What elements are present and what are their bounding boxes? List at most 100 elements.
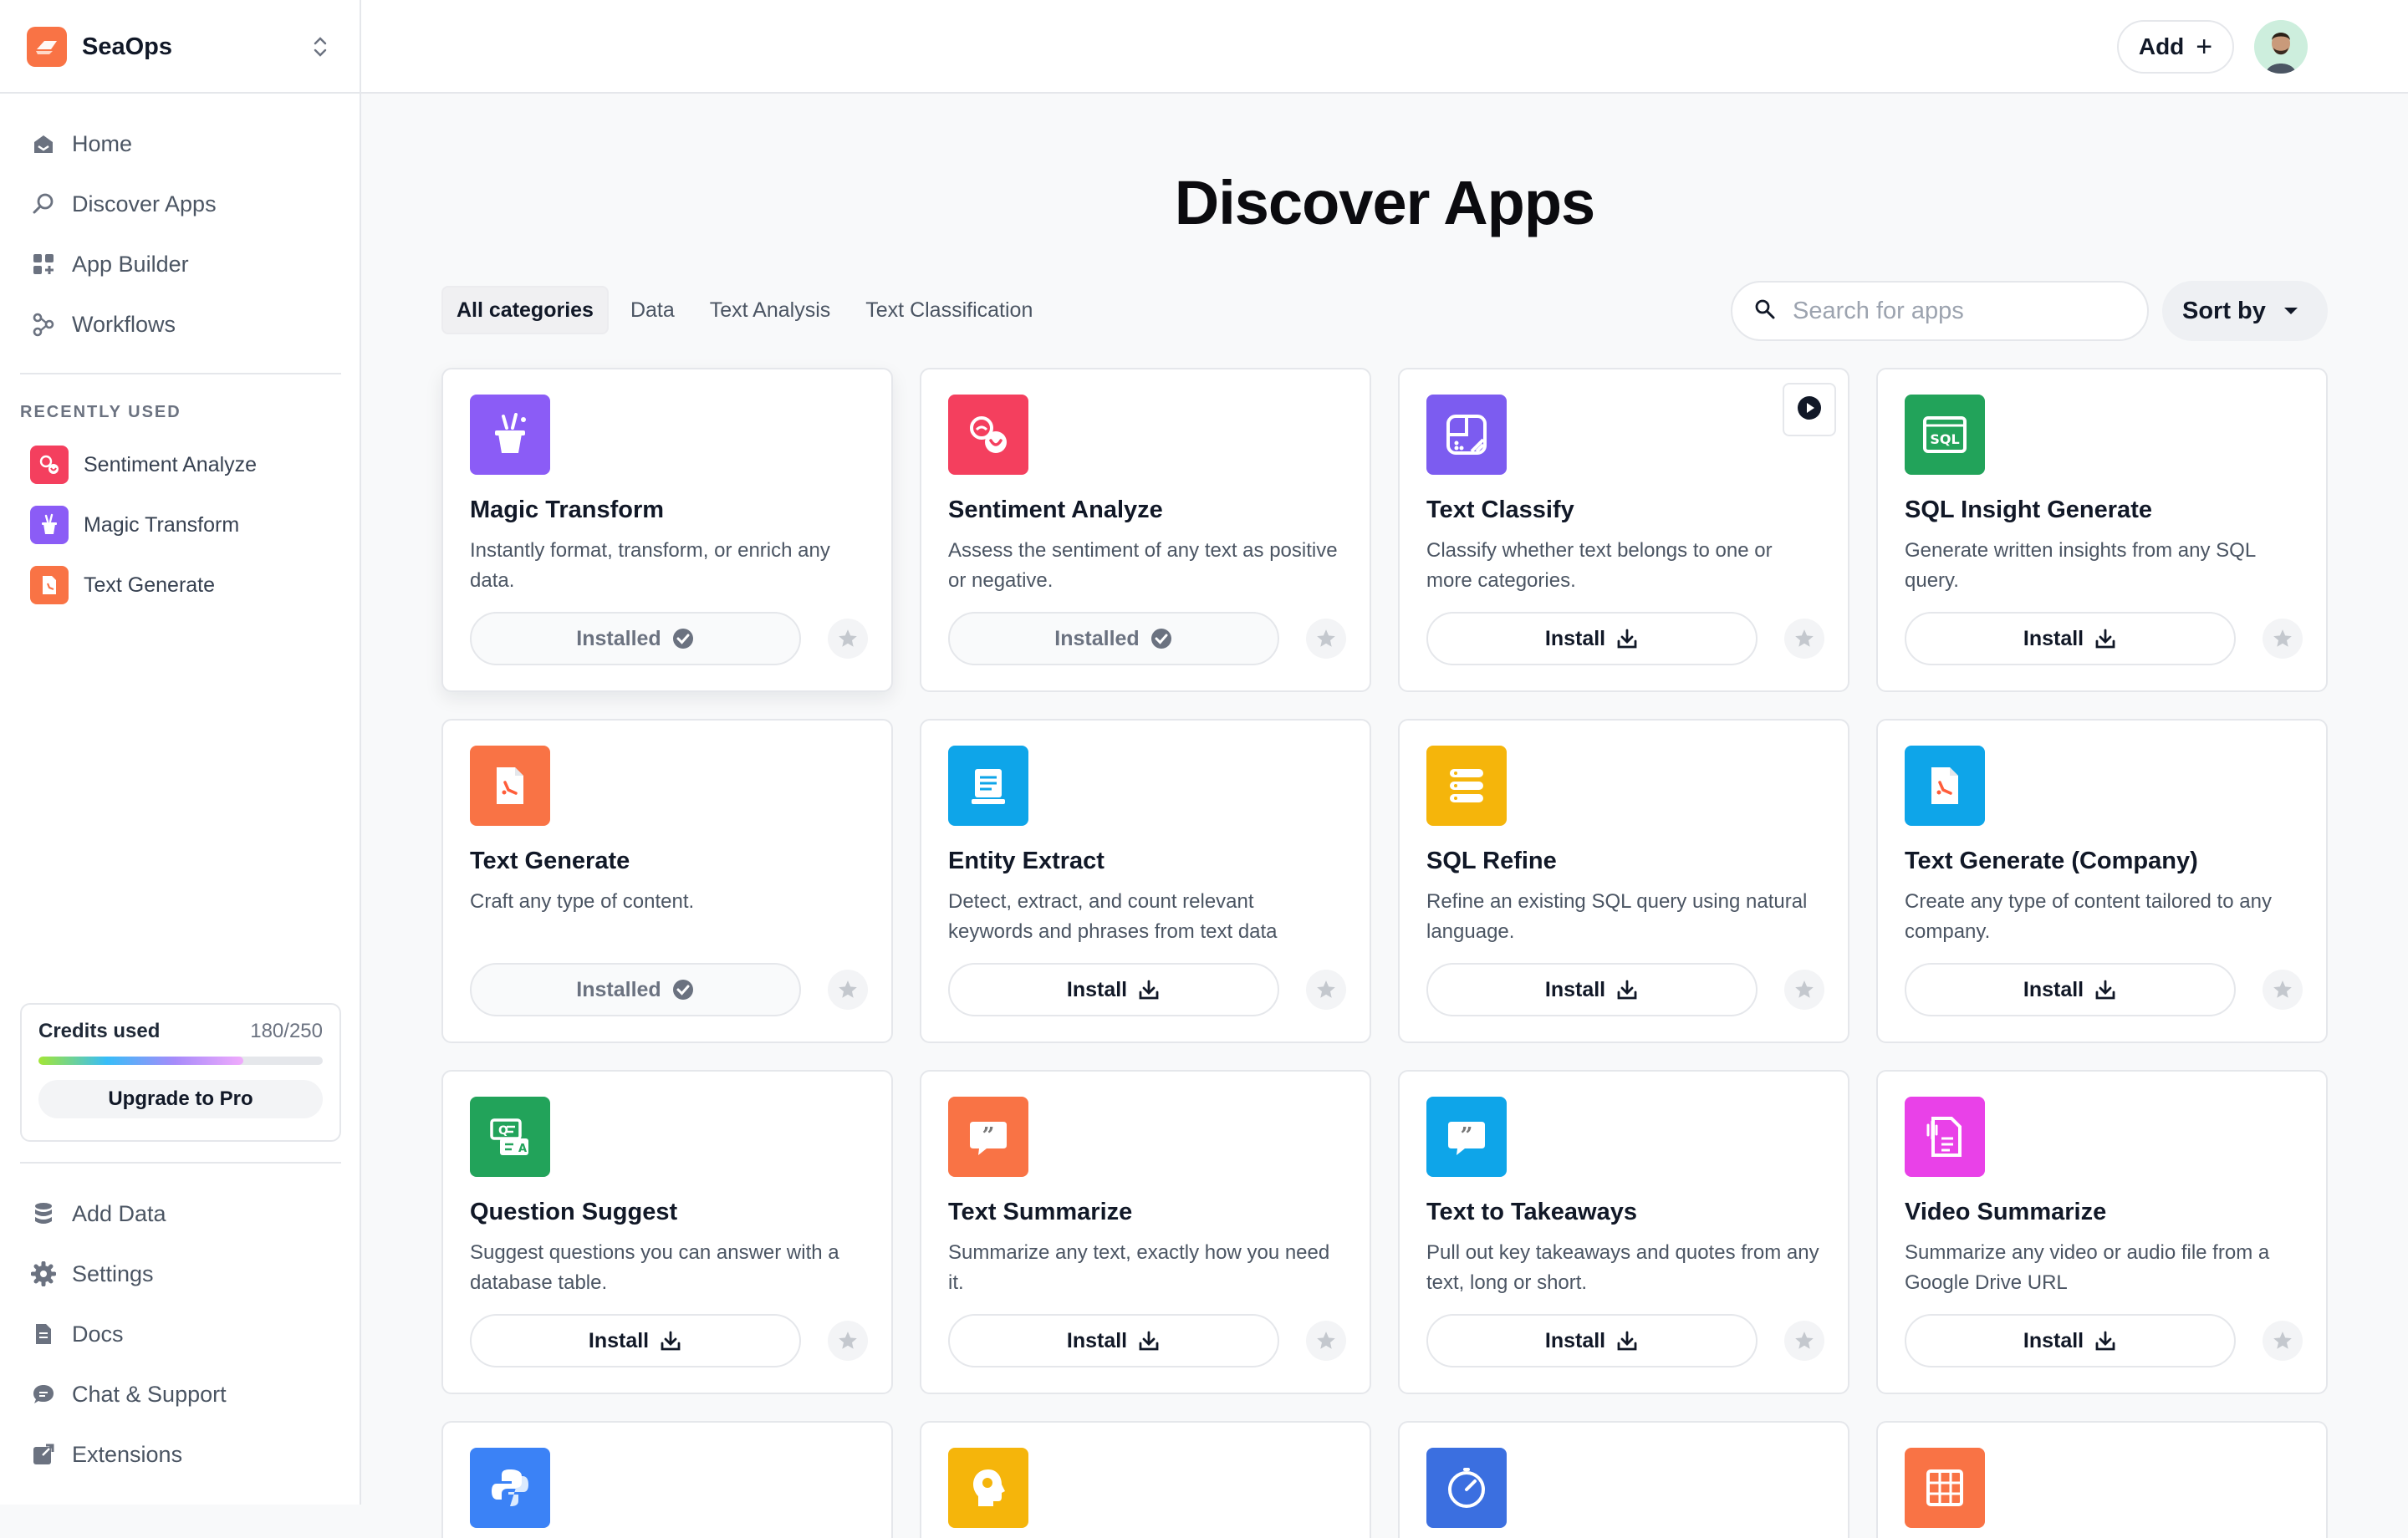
install-button[interactable]: Install [948, 1314, 1279, 1367]
app-card-text-to-takeaways[interactable]: ” Text to Takeaways Pull out key takeaways… [1398, 1070, 1849, 1394]
app-actions: Install [1426, 612, 1824, 665]
recent-item-magic-transform[interactable]: Magic Transform [20, 495, 341, 555]
app-description: Craft any type of content. [470, 890, 695, 913]
recent-item-sentiment-analyze[interactable]: Sentiment Analyze [20, 435, 341, 495]
favorite-star-button[interactable] [828, 970, 868, 1010]
install-button[interactable]: Install [948, 963, 1279, 1016]
install-button[interactable]: Install [470, 1314, 801, 1367]
favorite-star-button[interactable] [1306, 970, 1346, 1010]
secondary-nav: Add Data Settings Docs Chat & Support Ex… [20, 1184, 341, 1485]
user-avatar[interactable] [2254, 20, 2308, 74]
star-icon [1315, 1330, 1337, 1352]
app-description: Generate written insights from any SQL q… [1905, 539, 2256, 592]
play-demo-button[interactable] [1783, 383, 1836, 436]
app-card[interactable] [1398, 1421, 1849, 1538]
nav-item-add-data[interactable]: Add Data [20, 1184, 341, 1244]
magic-hat-icon [30, 506, 69, 544]
filter-all-categories[interactable]: All categories [441, 286, 609, 334]
favorite-star-button[interactable] [2263, 1321, 2303, 1361]
installed-button[interactable]: Installed [470, 963, 801, 1016]
sentiment-icon [30, 446, 69, 484]
install-button[interactable]: Install [1426, 1314, 1758, 1367]
chevron-up-down-icon[interactable] [313, 34, 328, 59]
star-icon [837, 979, 859, 1001]
nav-item-settings[interactable]: Settings [20, 1244, 341, 1304]
app-card-entity-extract[interactable]: Entity Extract Detect, extract, and count… [920, 719, 1371, 1043]
favorite-star-button[interactable] [2263, 619, 2303, 659]
app-card[interactable] [441, 1421, 893, 1538]
recent-item-text-generate[interactable]: Text Generate [20, 555, 341, 615]
app-card-video-summarize[interactable]: Video Summarize Summarize any video or au… [1876, 1070, 2328, 1394]
workspace-switcher[interactable]: SeaOps [27, 25, 334, 69]
nav-item-docs[interactable]: Docs [20, 1304, 341, 1364]
server-stack-icon [1426, 746, 1507, 826]
nav-item-workflows[interactable]: Workflows [20, 294, 341, 354]
download-icon [659, 1329, 682, 1352]
search-icon [30, 191, 57, 217]
app-title: Text Generate (Company) [1905, 848, 2198, 874]
question-cards-icon: QA [470, 1097, 550, 1177]
install-button[interactable]: Install [1905, 1314, 2236, 1367]
caret-down-icon [2283, 308, 2298, 314]
add-button[interactable]: Add + [2117, 20, 2234, 74]
nav-label: Add Data [72, 1200, 166, 1226]
app-card-text-classify[interactable]: Text Classify Classify whether text belon… [1398, 368, 1849, 692]
app-card-text-generate-company[interactable]: Text Generate (Company) Create any type o… [1876, 719, 2328, 1043]
installed-button[interactable]: Installed [470, 612, 801, 665]
gauge-icon [1426, 1448, 1507, 1528]
favorite-star-button[interactable] [1784, 1321, 1824, 1361]
nav-item-home[interactable]: Home [20, 114, 341, 174]
app-card-text-generate[interactable]: Text Generate Craft any type of content. I… [441, 719, 893, 1043]
nav-label: Home [72, 130, 133, 156]
app-title: SQL Refine [1426, 848, 1557, 874]
installed-button[interactable]: Installed [948, 612, 1279, 665]
sort-by-dropdown[interactable]: Sort by [2162, 281, 2328, 341]
install-button[interactable]: Install [1426, 963, 1758, 1016]
grid-plus-icon [30, 251, 57, 278]
favorite-star-button[interactable] [1784, 619, 1824, 659]
app-description: Detect, extract, and count relevant keyw… [948, 890, 1278, 943]
nav-label: Settings [72, 1260, 154, 1286]
favorite-star-button[interactable] [1306, 619, 1346, 659]
install-button[interactable]: Install [1426, 612, 1758, 665]
document-sparkle-icon [30, 566, 69, 604]
favorite-star-button[interactable] [828, 1321, 868, 1361]
app-card-text-summarize[interactable]: ” Text Summarize Summarize any text, exact… [920, 1070, 1371, 1394]
star-icon [2272, 979, 2293, 1001]
download-icon [1137, 978, 1161, 1001]
install-button[interactable]: Install [1905, 612, 2236, 665]
favorite-star-button[interactable] [1306, 1321, 1346, 1361]
favorite-star-button[interactable] [828, 619, 868, 659]
favorite-star-button[interactable] [1784, 970, 1824, 1010]
app-description: Suggest questions you can answer with a … [470, 1241, 839, 1294]
favorite-star-button[interactable] [2263, 970, 2303, 1010]
app-actions: Install [1426, 963, 1824, 1016]
nav-label: Extensions [72, 1441, 183, 1467]
sql-window-icon: SQL [1905, 395, 1985, 475]
nav-item-app-builder[interactable]: App Builder [20, 234, 341, 294]
search-input[interactable] [1793, 297, 2110, 325]
quote-bubble-icon: ” [1426, 1097, 1507, 1177]
document-sparkle-icon [1905, 746, 1985, 826]
app-card[interactable] [1876, 1421, 2328, 1538]
install-button[interactable]: Install [1905, 963, 2236, 1016]
app-description: Assess the sentiment of any text as posi… [948, 539, 1338, 592]
app-card[interactable] [920, 1421, 1371, 1538]
app-title: SQL Insight Generate [1905, 497, 2152, 523]
app-card-sql-refine[interactable]: SQL Refine Refine an existing SQL query u… [1398, 719, 1849, 1043]
upgrade-to-pro-button[interactable]: Upgrade to Pro [38, 1080, 323, 1118]
audio-doc-icon [1905, 1097, 1985, 1177]
nav-item-extensions[interactable]: Extensions [20, 1424, 341, 1485]
quote-bubble-icon: ” [948, 1097, 1028, 1177]
nav-item-discover-apps[interactable]: Discover Apps [20, 174, 341, 234]
install-label: Install [1544, 977, 1606, 1001]
app-card-sentiment-analyze[interactable]: Sentiment Analyze Assess the sentiment of… [920, 368, 1371, 692]
filter-text-analysis[interactable]: Text Analysis [696, 286, 844, 334]
filter-data[interactable]: Data [617, 286, 688, 334]
filter-text-classification[interactable]: Text Classification [852, 286, 1046, 334]
app-card-sql-insight-generate[interactable]: SQL SQL Insight Generate Generate written … [1876, 368, 2328, 692]
nav-item-chat-support[interactable]: Chat & Support [20, 1364, 341, 1424]
app-actions: Installed [470, 612, 868, 665]
app-card-question-suggest[interactable]: Q A Question Suggest Suggest questions you … [441, 1070, 893, 1394]
app-card-magic-transform[interactable]: Magic Transform Instantly format, transfo… [441, 368, 893, 692]
